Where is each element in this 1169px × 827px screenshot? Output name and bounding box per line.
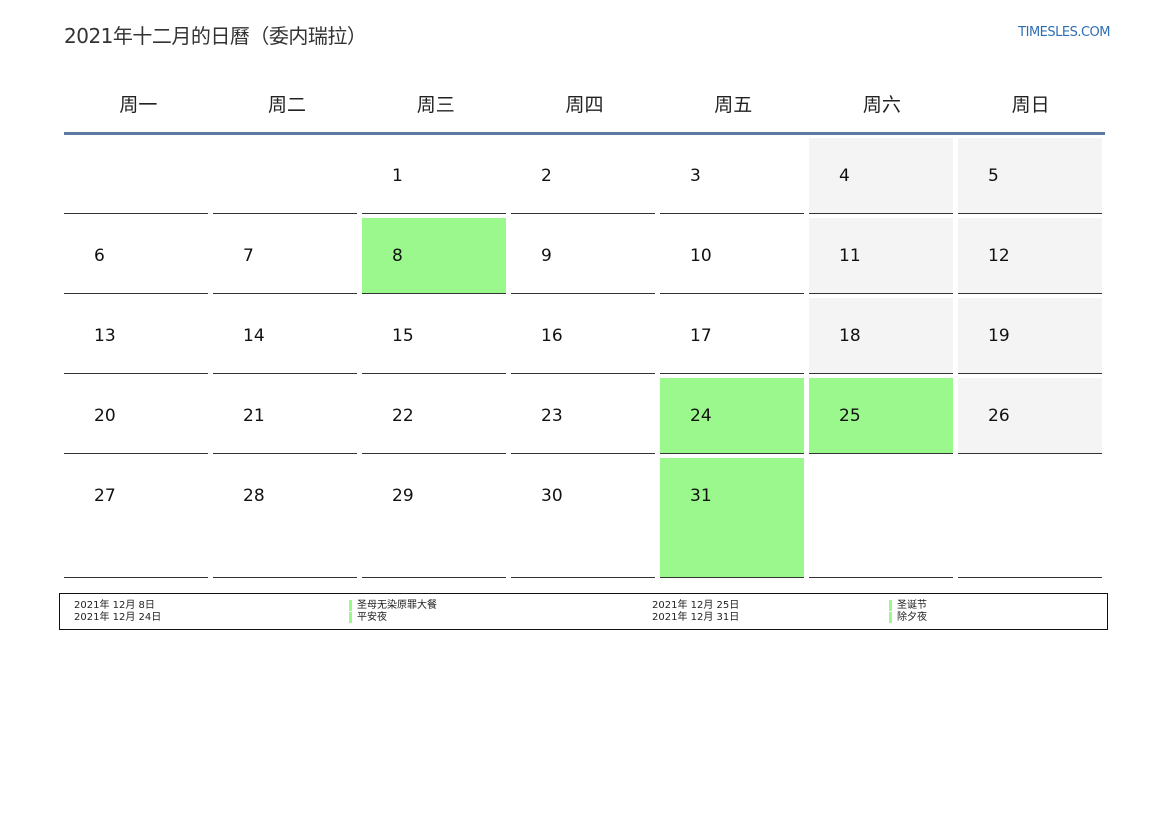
calendar-day: 18 (809, 298, 953, 374)
calendar-day: 25 (809, 378, 953, 454)
calendar-day: 12 (958, 218, 1102, 294)
weekday-label: 周日 (1011, 93, 1050, 116)
calendar-grid: 1 2 3 4 5 6 7 8 9 10 11 12 13 14 15 16 17 18 19 20 21 22 23 24 2… (64, 138, 1110, 578)
calendar-day: 24 (660, 378, 804, 454)
calendar-day: 20 (64, 378, 208, 454)
weekday-label: 周一 (119, 93, 158, 116)
calendar-day: 26 (958, 378, 1102, 454)
calendar-day: 1 (362, 138, 506, 214)
day-number: 11 (839, 246, 861, 266)
day-number: 8 (392, 246, 403, 266)
calendar-day: 5 (958, 138, 1102, 214)
calendar-day: 11 (809, 218, 953, 294)
day-number: 26 (988, 406, 1010, 426)
legend-date: 2021年 12月 24日 (74, 612, 162, 623)
weekday-header: 周一 周二 周三 周四 周五 周六 周日 (64, 74, 1105, 135)
legend-holiday-name: 圣诞节 (897, 600, 927, 611)
day-number: 31 (690, 486, 712, 506)
day-number: 12 (988, 246, 1010, 266)
calendar-day: 10 (660, 218, 804, 294)
weekday-label: 周四 (565, 93, 604, 116)
weekday-label: 周三 (416, 93, 455, 116)
legend-holiday-name: 圣母无染原罪大餐 (357, 600, 437, 611)
page-title: 2021年十二月的日曆（委内瑞拉） (64, 24, 367, 48)
day-number: 21 (243, 406, 265, 426)
day-number: 5 (988, 166, 999, 186)
day-number: 9 (541, 246, 552, 266)
day-number: 18 (839, 326, 861, 346)
day-number: 3 (690, 166, 701, 186)
day-number: 2 (541, 166, 552, 186)
calendar-day: 4 (809, 138, 953, 214)
calendar-empty-cell (809, 458, 953, 578)
day-number: 7 (243, 246, 254, 266)
calendar-day: 30 (511, 458, 655, 578)
calendar-day: 27 (64, 458, 208, 578)
calendar-day: 7 (213, 218, 357, 294)
day-number: 24 (690, 406, 712, 426)
calendar-empty-cell (958, 458, 1102, 578)
day-number: 17 (690, 326, 712, 346)
calendar-day: 31 (660, 458, 804, 578)
calendar-day: 13 (64, 298, 208, 374)
day-number: 10 (690, 246, 712, 266)
legend-holiday-name: 平安夜 (357, 612, 387, 623)
day-number: 20 (94, 406, 116, 426)
calendar-day: 22 (362, 378, 506, 454)
day-number: 22 (392, 406, 414, 426)
day-number: 28 (243, 486, 265, 506)
calendar-day: 15 (362, 298, 506, 374)
day-number: 27 (94, 486, 116, 506)
day-number: 30 (541, 486, 563, 506)
calendar-day: 14 (213, 298, 357, 374)
calendar-empty-cell (64, 138, 208, 214)
day-number: 19 (988, 326, 1010, 346)
holiday-color-marker (349, 612, 352, 623)
weekday-label: 周六 (862, 93, 901, 116)
day-number: 15 (392, 326, 414, 346)
calendar-day: 2 (511, 138, 655, 214)
holiday-color-marker (349, 600, 352, 611)
legend-date: 2021年 12月 25日 (652, 600, 740, 611)
day-number: 23 (541, 406, 563, 426)
calendar-day: 19 (958, 298, 1102, 374)
day-number: 6 (94, 246, 105, 266)
day-number: 13 (94, 326, 116, 346)
calendar-day: 8 (362, 218, 506, 294)
calendar-day: 29 (362, 458, 506, 578)
day-number: 14 (243, 326, 265, 346)
legend-date: 2021年 12月 31日 (652, 612, 740, 623)
calendar-day: 9 (511, 218, 655, 294)
weekday-label: 周五 (714, 93, 753, 116)
day-number: 1 (392, 166, 403, 186)
legend-holiday-name: 除夕夜 (897, 612, 927, 623)
day-number: 16 (541, 326, 563, 346)
calendar-day: 21 (213, 378, 357, 454)
calendar-day: 17 (660, 298, 804, 374)
holiday-color-marker (889, 600, 892, 611)
calendar-day: 23 (511, 378, 655, 454)
brand-link[interactable]: TIMESLES.COM (1018, 25, 1110, 40)
calendar-day: 3 (660, 138, 804, 214)
calendar-day: 16 (511, 298, 655, 374)
calendar-day: 6 (64, 218, 208, 294)
calendar-day: 28 (213, 458, 357, 578)
holiday-color-marker (889, 612, 892, 623)
legend-date: 2021年 12月 8日 (74, 600, 155, 611)
day-number: 4 (839, 166, 850, 186)
day-number: 25 (839, 406, 861, 426)
weekday-label: 周二 (268, 93, 307, 116)
calendar-empty-cell (213, 138, 357, 214)
day-number: 29 (392, 486, 414, 506)
holiday-legend: 2021年 12月 8日 2021年 12月 24日 圣母无染原罪大餐 平安夜 … (59, 593, 1108, 630)
